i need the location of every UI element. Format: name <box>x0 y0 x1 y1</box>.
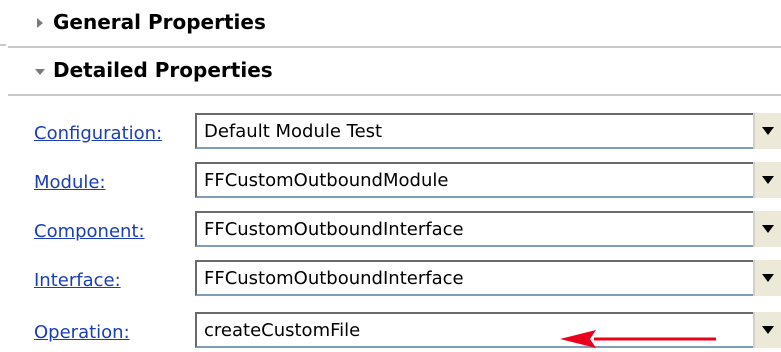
operation-link[interactable]: Operation: <box>34 322 130 343</box>
configuration-row: Configuration: Default Module Test <box>0 113 781 153</box>
detailed-properties-title[interactable]: Detailed Properties <box>53 58 273 82</box>
module-dropdown[interactable]: FFCustomOutboundModule <box>195 162 781 198</box>
operation-value: createCustomFile <box>204 320 361 341</box>
dropdown-arrow-icon[interactable] <box>753 260 781 296</box>
triangle-right-icon[interactable] <box>34 17 46 29</box>
general-properties-title[interactable]: General Properties <box>53 10 266 34</box>
dropdown-arrow-icon[interactable] <box>753 211 781 247</box>
section-divider <box>8 94 781 96</box>
detailed-properties-header[interactable]: Detailed Properties <box>0 48 781 94</box>
general-properties-header[interactable]: General Properties <box>0 0 781 46</box>
dropdown-arrow-icon[interactable] <box>753 113 781 149</box>
component-link[interactable]: Component: <box>34 221 145 242</box>
interface-row: Interface: FFCustomOutboundInterface <box>0 260 781 300</box>
component-value: FFCustomOutboundInterface <box>204 219 464 240</box>
module-value: FFCustomOutboundModule <box>204 170 449 191</box>
dropdown-arrow-icon[interactable] <box>753 162 781 198</box>
dropdown-arrow-icon[interactable] <box>753 312 781 348</box>
module-link[interactable]: Module: <box>34 172 106 193</box>
configuration-value: Default Module Test <box>204 121 383 142</box>
red-arrow-icon <box>560 330 716 348</box>
divider-tick <box>0 44 6 46</box>
interface-dropdown[interactable]: FFCustomOutboundInterface <box>195 260 781 296</box>
module-row: Module: FFCustomOutboundModule <box>0 162 781 202</box>
interface-value: FFCustomOutboundInterface <box>204 268 464 289</box>
triangle-down-icon[interactable] <box>34 66 46 78</box>
configuration-dropdown[interactable]: Default Module Test <box>195 113 781 149</box>
configuration-link[interactable]: Configuration: <box>34 123 162 144</box>
interface-link[interactable]: Interface: <box>34 270 121 291</box>
component-row: Component: FFCustomOutboundInterface <box>0 211 781 251</box>
component-dropdown[interactable]: FFCustomOutboundInterface <box>195 211 781 247</box>
